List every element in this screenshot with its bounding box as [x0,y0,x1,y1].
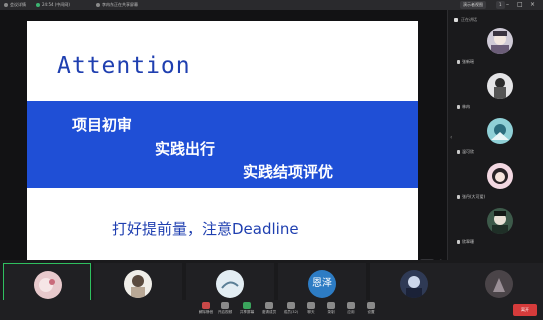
meeting-timer: 24:54 (中间网) [36,2,70,8]
meeting-details[interactable]: 会议详情 [4,2,26,8]
participant-name: 张新瑶 [462,59,474,64]
info-icon [4,3,8,7]
slide-band: 项目初审 实践出行 实践结项评优 [27,101,418,188]
avatar [487,208,513,234]
video-button[interactable]: 开启视频 [214,302,236,315]
participant-tile[interactable]: 林冉 [453,69,540,113]
participant-tile[interactable]: 张新瑶 [453,24,540,68]
signal-icon [36,3,40,7]
invite-icon [265,302,273,309]
avatar [400,270,428,298]
participant-tile[interactable]: 张丹(大可爱) [453,159,540,203]
participant-name: 林冉 [462,104,470,109]
participant-name: 欣翠珊 [462,239,474,244]
view-count-badge[interactable]: 1 [496,1,505,9]
top-bar: 会议详情 24:54 (中间网) 李冉东正在共享屏幕 演示者视图 1 – □ × [0,0,543,10]
chat-button[interactable]: 聊天 [300,302,322,315]
mic-off-icon [202,302,210,309]
mic-icon [457,105,460,109]
speaking-header: 正在讲话 [454,17,477,23]
avatar [487,73,513,99]
meeting-toolbar: 解除静音 开启视频 共享屏幕 邀请成员 成员(32) 聊天 录制 应用 设置 离… [0,300,543,320]
mic-icon [457,150,460,154]
record-icon [327,302,335,309]
participants-button[interactable]: 成员(32) [280,302,302,315]
presenter-view-button[interactable]: 演示者视图 [460,1,486,9]
avatar [34,271,62,299]
avatar [487,28,513,54]
slide-title: Attention [57,53,191,79]
speaker-icon [454,18,458,22]
participant-name: 温可欣 [462,149,474,154]
slide-subtitle: 打好提前量，注意Deadline [112,220,299,238]
settings-button[interactable]: 设置 [360,302,382,315]
share-notice[interactable]: 李冉东正在共享屏幕 [96,2,138,8]
avatar [216,270,244,298]
apps-icon [347,302,355,309]
share-icon [243,302,251,309]
gear-icon [367,302,375,309]
avatar [124,270,152,298]
band-line-2: 实践出行 [155,140,216,158]
close-icon[interactable]: × [530,1,535,8]
avatar [485,270,513,298]
camera-icon [221,302,229,309]
invite-button[interactable]: 邀请成员 [258,302,280,315]
mic-icon [457,195,460,199]
mic-icon [457,240,460,244]
participant-panel: 正在讲话 ‹ 张新瑶 林冉 温可欣 张丹(大可爱) 欣翠珊 [447,10,543,260]
app-label: 会议详情 [10,2,26,7]
avatar [487,163,513,189]
share-notice-text: 李冉东正在共享屏幕 [102,2,138,7]
record-button[interactable]: 录制 [320,302,342,315]
presentation-slide: Attention 项目初审 实践出行 实践结项评优 打好提前量，注意Deadl… [27,21,418,262]
maximize-icon[interactable]: □ [517,1,523,8]
participant-tile[interactable]: 欣翠珊 [453,204,540,248]
participant-name: 张丹(大可爱) [462,194,486,199]
timer-text: 24:54 (中间网) [42,2,70,7]
share-screen-button[interactable]: 共享屏幕 [236,302,258,315]
band-line-3: 实践结项评优 [243,163,334,181]
avatar: 恩泽 [308,270,336,298]
participant-tile[interactable]: 温可欣 [453,114,540,158]
shared-screen: Attention 项目初审 实践出行 实践结项评优 打好提前量，注意Deadl… [0,10,447,267]
minimize-icon[interactable]: – [506,1,509,8]
band-line-1: 项目初审 [72,116,133,134]
screen-share-icon [96,3,100,7]
avatar [487,118,513,144]
chat-icon [307,302,315,309]
mic-icon [457,60,460,64]
apps-button[interactable]: 应用 [340,302,362,315]
people-icon [287,302,295,309]
leave-button[interactable]: 离开 [513,304,537,316]
